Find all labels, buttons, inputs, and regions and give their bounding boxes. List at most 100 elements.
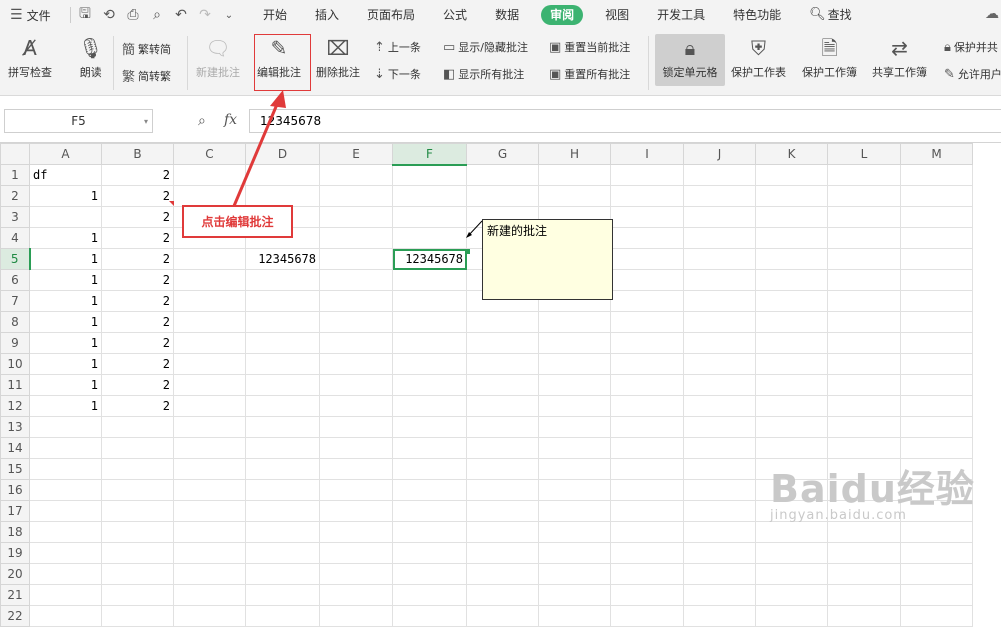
- cell-b22[interactable]: [101, 605, 174, 627]
- redo-icon[interactable]: ↷: [193, 7, 217, 23]
- cell-c16[interactable]: [173, 479, 246, 501]
- cell-a1[interactable]: df: [29, 164, 102, 186]
- cell-m9[interactable]: [900, 332, 973, 354]
- cell-d18[interactable]: [245, 521, 320, 543]
- cell-f7[interactable]: [392, 290, 467, 312]
- cell-j13[interactable]: [683, 416, 756, 438]
- show-all-comments-button[interactable]: ◧ 显示所有批注: [443, 66, 524, 82]
- tab-insert[interactable]: 插入: [301, 5, 353, 25]
- cell-i8[interactable]: [610, 311, 684, 333]
- cell-f10[interactable]: [392, 353, 467, 375]
- cell-m8[interactable]: [900, 311, 973, 333]
- cell-d21[interactable]: [245, 584, 320, 606]
- cell-a8[interactable]: 1: [29, 311, 102, 333]
- cell-l3[interactable]: [827, 206, 901, 228]
- tab-data[interactable]: 数据: [481, 5, 533, 25]
- cell-a20[interactable]: [29, 563, 102, 585]
- row-header-8[interactable]: 8: [0, 311, 30, 333]
- row-header-4[interactable]: 4: [0, 227, 30, 249]
- cell-l1[interactable]: [827, 164, 901, 186]
- cloud-icon[interactable]: ☁: [985, 6, 999, 22]
- cell-f3[interactable]: [392, 206, 467, 228]
- cell-d13[interactable]: [245, 416, 320, 438]
- cell-d17[interactable]: [245, 500, 320, 522]
- row-header-13[interactable]: 13: [0, 416, 30, 438]
- cell-j10[interactable]: [683, 353, 756, 375]
- cell-i6[interactable]: [610, 269, 684, 291]
- cell-k7[interactable]: [755, 290, 828, 312]
- cell-b20[interactable]: [101, 563, 174, 585]
- cell-f1[interactable]: [392, 164, 467, 186]
- cell-h19[interactable]: [538, 542, 611, 564]
- cell-m12[interactable]: [900, 395, 973, 417]
- cell-k9[interactable]: [755, 332, 828, 354]
- row-header-9[interactable]: 9: [0, 332, 30, 354]
- cell-m2[interactable]: [900, 185, 973, 207]
- cell-b12[interactable]: 2: [101, 395, 174, 417]
- cell-b9[interactable]: 2: [101, 332, 174, 354]
- name-box[interactable]: F5 ▾: [4, 109, 153, 133]
- cell-f2[interactable]: [392, 185, 467, 207]
- cell-e12[interactable]: [319, 395, 393, 417]
- cell-g11[interactable]: [466, 374, 539, 396]
- cell-e20[interactable]: [319, 563, 393, 585]
- cell-i22[interactable]: [610, 605, 684, 627]
- protect-workbook-button[interactable]: 🗎 保护工作簿: [802, 34, 857, 80]
- cell-a18[interactable]: [29, 521, 102, 543]
- row-header-5[interactable]: 5: [0, 248, 31, 270]
- cell-d14[interactable]: [245, 437, 320, 459]
- cell-j7[interactable]: [683, 290, 756, 312]
- cell-k21[interactable]: [755, 584, 828, 606]
- cell-j6[interactable]: [683, 269, 756, 291]
- select-all-corner[interactable]: [0, 143, 30, 165]
- cell-f12[interactable]: [392, 395, 467, 417]
- cell-c7[interactable]: [173, 290, 246, 312]
- row-header-14[interactable]: 14: [0, 437, 30, 459]
- cell-k22[interactable]: [755, 605, 828, 627]
- cell-h12[interactable]: [538, 395, 611, 417]
- chevron-down-icon[interactable]: ▾: [144, 117, 148, 126]
- cell-j14[interactable]: [683, 437, 756, 459]
- cell-d10[interactable]: [245, 353, 320, 375]
- protect-share-button[interactable]: 🔒︎ 保护并共: [944, 39, 998, 55]
- cell-l20[interactable]: [827, 563, 901, 585]
- file-menu[interactable]: ☰ 文件: [0, 7, 62, 24]
- cell-b6[interactable]: 2: [101, 269, 174, 291]
- cell-h18[interactable]: [538, 521, 611, 543]
- cell-d19[interactable]: [245, 542, 320, 564]
- cell-a17[interactable]: [29, 500, 102, 522]
- save-icon[interactable]: 🖫: [73, 3, 97, 27]
- cell-c9[interactable]: [173, 332, 246, 354]
- cell-b8[interactable]: 2: [101, 311, 174, 333]
- row-header-22[interactable]: 22: [0, 605, 30, 627]
- cell-e15[interactable]: [319, 458, 393, 480]
- cell-m4[interactable]: [900, 227, 973, 249]
- cell-e16[interactable]: [319, 479, 393, 501]
- cell-c19[interactable]: [173, 542, 246, 564]
- cell-e13[interactable]: [319, 416, 393, 438]
- next-comment-button[interactable]: ⇣ 下一条: [374, 66, 421, 82]
- tab-formulas[interactable]: 公式: [429, 5, 481, 25]
- cell-h13[interactable]: [538, 416, 611, 438]
- cell-i19[interactable]: [610, 542, 684, 564]
- cell-f22[interactable]: [392, 605, 467, 627]
- cell-g14[interactable]: [466, 437, 539, 459]
- cell-a22[interactable]: [29, 605, 102, 627]
- cell-f19[interactable]: [392, 542, 467, 564]
- cell-e9[interactable]: [319, 332, 393, 354]
- cell-c14[interactable]: [173, 437, 246, 459]
- cell-i1[interactable]: [610, 164, 684, 186]
- cell-k4[interactable]: [755, 227, 828, 249]
- cell-l6[interactable]: [827, 269, 901, 291]
- cell-c2[interactable]: [173, 185, 246, 207]
- cell-k20[interactable]: [755, 563, 828, 585]
- row-header-1[interactable]: 1: [0, 164, 30, 186]
- cell-a10[interactable]: 1: [29, 353, 102, 375]
- row-header-3[interactable]: 3: [0, 206, 30, 228]
- cell-i20[interactable]: [610, 563, 684, 585]
- prev-comment-button[interactable]: ⇡ 上一条: [374, 39, 421, 55]
- column-header-f[interactable]: F: [392, 143, 467, 166]
- cell-g8[interactable]: [466, 311, 539, 333]
- column-header-l[interactable]: L: [827, 143, 901, 165]
- cell-f9[interactable]: [392, 332, 467, 354]
